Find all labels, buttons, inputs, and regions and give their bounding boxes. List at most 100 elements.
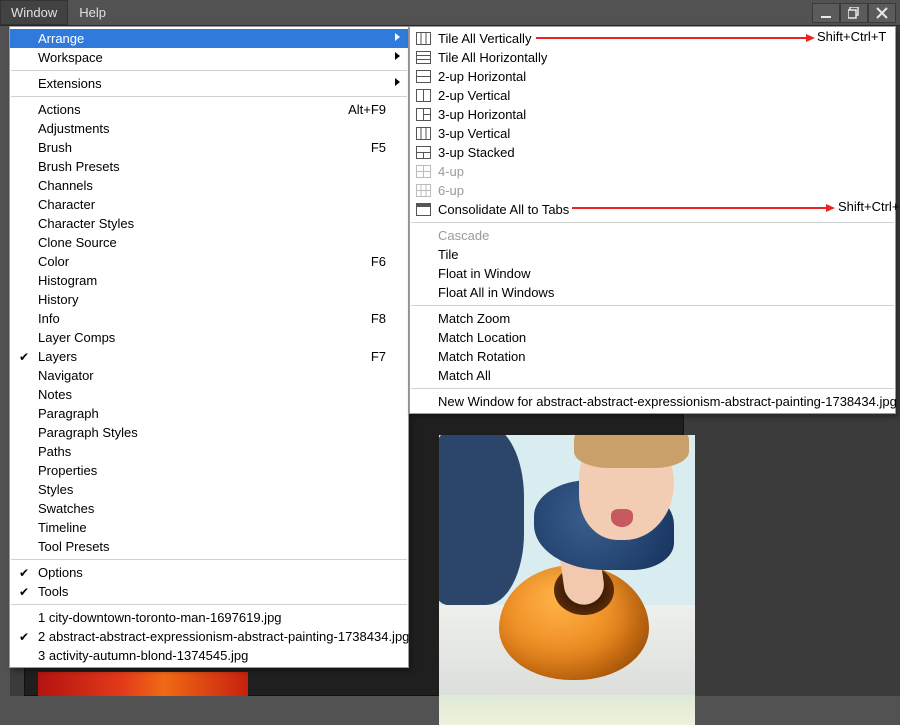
- menu-panel-item[interactable]: Properties: [10, 461, 408, 480]
- menu-label: Arrange: [38, 31, 84, 46]
- menu-label: Cascade: [438, 228, 489, 243]
- menu-shortcut: F8: [371, 311, 386, 326]
- menu-panel-item[interactable]: Styles: [10, 480, 408, 499]
- menu-panel-item[interactable]: Swatches: [10, 499, 408, 518]
- menu-3up-horizontal[interactable]: 3-up Horizontal: [410, 105, 895, 124]
- menu-label: Brush Presets: [38, 159, 120, 174]
- menu-arrange[interactable]: Arrange: [10, 29, 408, 48]
- menu-2up-horizontal[interactable]: 2-up Horizontal: [410, 67, 895, 86]
- menu-label: Match Zoom: [438, 311, 510, 326]
- annotation-arrow: [536, 37, 806, 39]
- menu-label: Paragraph: [38, 406, 99, 421]
- menu-match-zoom[interactable]: Match Zoom: [410, 309, 895, 328]
- menu-label: Brush: [38, 140, 72, 155]
- menu-panel-item[interactable]: Navigator: [10, 366, 408, 385]
- menu-new-window[interactable]: New Window for abstract-abstract-express…: [410, 392, 895, 411]
- menu-label: Float All in Windows: [438, 285, 554, 300]
- menu-label: Consolidate All to Tabs: [438, 202, 569, 217]
- two-up-v-icon: [416, 88, 431, 102]
- menu-label: 2-up Vertical: [438, 88, 510, 103]
- menu-label: History: [38, 292, 78, 307]
- menu-options[interactable]: ✔ Options: [10, 563, 408, 582]
- open-image: [439, 435, 695, 725]
- two-up-h-icon: [416, 69, 431, 83]
- menu-label: 3-up Stacked: [438, 145, 515, 160]
- menu-panel-item[interactable]: Paragraph: [10, 404, 408, 423]
- menu-label: Match Location: [438, 330, 526, 345]
- menu-label: 3-up Vertical: [438, 126, 510, 141]
- menu-label: Float in Window: [438, 266, 530, 281]
- close-button[interactable]: [868, 3, 896, 23]
- menu-label: Actions: [38, 102, 81, 117]
- menu-panel-item[interactable]: Character: [10, 195, 408, 214]
- three-up-v-icon: [416, 126, 431, 140]
- menu-extensions[interactable]: Extensions: [10, 74, 408, 93]
- menu-label: Tile: [438, 247, 458, 262]
- menu-tile[interactable]: Tile: [410, 245, 895, 264]
- menu-panel-item[interactable]: Paths: [10, 442, 408, 461]
- menu-document-item[interactable]: 1 city-downtown-toronto-man-1697619.jpg: [10, 608, 408, 627]
- menu-label: Match Rotation: [438, 349, 525, 364]
- menu-panel-item[interactable]: Adjustments: [10, 119, 408, 138]
- menu-label: Adjustments: [38, 121, 110, 136]
- menu-match-rotation[interactable]: Match Rotation: [410, 347, 895, 366]
- menu-cascade: Cascade: [410, 226, 895, 245]
- menu-label: Histogram: [38, 273, 97, 288]
- menu-6up: 6-up: [410, 181, 895, 200]
- menu-workspace[interactable]: Workspace: [10, 48, 408, 67]
- menu-float-in-window[interactable]: Float in Window: [410, 264, 895, 283]
- menu-panel-item[interactable]: Layer Comps: [10, 328, 408, 347]
- menu-document-item[interactable]: 3 activity-autumn-blond-1374545.jpg: [10, 646, 408, 665]
- menubar-window[interactable]: Window: [0, 0, 68, 25]
- menu-label: Tile All Vertically: [438, 31, 531, 46]
- menu-panel-item[interactable]: Brush Presets: [10, 157, 408, 176]
- menu-3up-stacked[interactable]: 3-up Stacked: [410, 143, 895, 162]
- menu-tools[interactable]: ✔ Tools: [10, 582, 408, 601]
- menu-tile-all-horizontally[interactable]: Tile All Horizontally: [410, 48, 895, 67]
- menu-panel-item[interactable]: InfoF8: [10, 309, 408, 328]
- menubar-help[interactable]: Help: [68, 0, 117, 25]
- separator: [411, 305, 894, 306]
- menu-label: Notes: [38, 387, 72, 402]
- menu-panel-item[interactable]: ActionsAlt+F9: [10, 100, 408, 119]
- menu-label: 2-up Horizontal: [438, 69, 526, 84]
- menu-panel-item[interactable]: Channels: [10, 176, 408, 195]
- annotation-arrowhead-icon: [826, 204, 835, 212]
- menu-document-item[interactable]: ✔2 abstract-abstract-expressionism-abstr…: [10, 627, 408, 646]
- menu-panel-item[interactable]: Paragraph Styles: [10, 423, 408, 442]
- menu-match-location[interactable]: Match Location: [410, 328, 895, 347]
- check-icon: ✔: [19, 566, 29, 580]
- menu-label: Channels: [38, 178, 93, 193]
- menu-panel-item[interactable]: Character Styles: [10, 214, 408, 233]
- menu-panel-item[interactable]: Clone Source: [10, 233, 408, 252]
- menu-panel-item[interactable]: History: [10, 290, 408, 309]
- menu-panel-item[interactable]: ✔LayersF7: [10, 347, 408, 366]
- menu-consolidate-tabs[interactable]: Consolidate All to Tabs: [410, 200, 895, 219]
- four-up-icon: [416, 164, 431, 178]
- menu-label: Swatches: [38, 501, 94, 516]
- menu-match-all[interactable]: Match All: [410, 366, 895, 385]
- menu-panel-item[interactable]: Notes: [10, 385, 408, 404]
- menu-label: Timeline: [38, 520, 87, 535]
- menu-float-all[interactable]: Float All in Windows: [410, 283, 895, 302]
- menu-label: Character Styles: [38, 216, 134, 231]
- restore-button[interactable]: [840, 3, 868, 23]
- menu-label: Clone Source: [38, 235, 117, 250]
- separator: [411, 222, 894, 223]
- menu-label: Styles: [38, 482, 73, 497]
- menu-label: Extensions: [38, 76, 102, 91]
- open-image-strip: [38, 672, 248, 696]
- menu-2up-vertical[interactable]: 2-up Vertical: [410, 86, 895, 105]
- three-up-h-icon: [416, 107, 431, 121]
- separator: [11, 96, 407, 97]
- menu-panel-item[interactable]: ColorF6: [10, 252, 408, 271]
- menu-panel-item[interactable]: Timeline: [10, 518, 408, 537]
- menu-label: 3 activity-autumn-blond-1374545.jpg: [38, 648, 248, 663]
- menu-panel-item[interactable]: BrushF5: [10, 138, 408, 157]
- minimize-button[interactable]: [812, 3, 840, 23]
- menu-panel-item[interactable]: Histogram: [10, 271, 408, 290]
- menu-3up-vertical[interactable]: 3-up Vertical: [410, 124, 895, 143]
- submenu-arrow-icon: [395, 52, 400, 60]
- menu-label: Options: [38, 565, 83, 580]
- menu-panel-item[interactable]: Tool Presets: [10, 537, 408, 556]
